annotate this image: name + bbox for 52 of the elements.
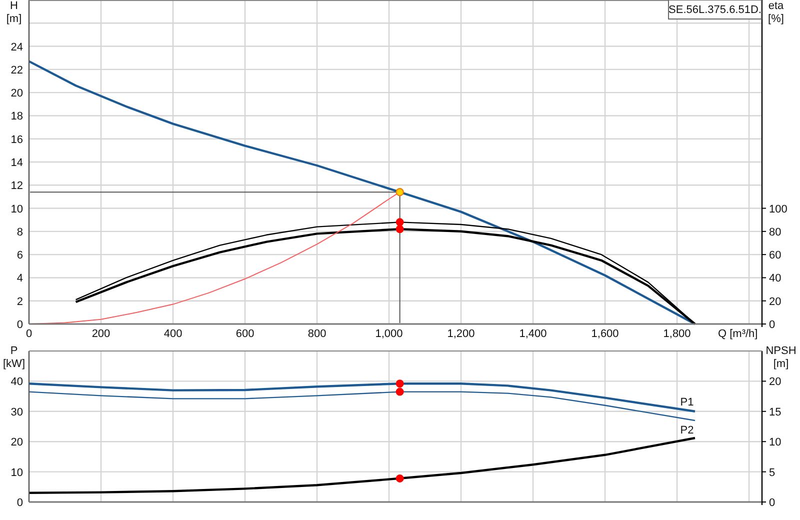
tick-label: 20 — [769, 376, 782, 388]
tick-label: 0 — [16, 319, 23, 331]
tick-label: 10 — [10, 466, 23, 479]
axis-title: H [m] — [6, 0, 22, 25]
tick-label: 10 — [769, 436, 782, 449]
operating-point-marker — [396, 225, 404, 234]
tick-label: 20 — [10, 436, 23, 449]
tick-label: 8 — [16, 226, 23, 238]
tick-label: 6 — [16, 250, 23, 262]
tick-label: 20 — [769, 296, 782, 308]
tick-label: 0 — [26, 328, 32, 340]
tick-label: 80 — [769, 226, 782, 238]
tick-label: 1,400 — [519, 328, 547, 340]
tick-label: 14 — [10, 157, 23, 169]
tick-label: 1,000 — [375, 328, 403, 340]
axis-title: NPSH [m] — [766, 345, 796, 370]
tick-label: 24 — [10, 41, 23, 54]
tick-label: 12 — [10, 180, 23, 192]
tick-label: 600 — [236, 328, 254, 340]
tick-label: 1,800 — [663, 328, 691, 340]
tick-label: 200 — [92, 328, 110, 340]
axis-title: Q [m³/h] — [718, 328, 758, 340]
tick-label: 60 — [769, 250, 782, 262]
series-label: P2 — [680, 424, 694, 436]
tick-label: 0 — [16, 497, 23, 509]
tick-label: 15 — [769, 406, 782, 418]
tick-label: 20 — [10, 88, 23, 100]
tick-label: 2 — [16, 296, 23, 308]
tick-label: 100 — [769, 203, 788, 216]
axis-title: P [kW] — [3, 345, 25, 370]
tick-label: 30 — [10, 406, 23, 418]
tick-label: 40 — [769, 272, 782, 285]
tick-label: 1,200 — [447, 328, 475, 340]
tick-label: 800 — [308, 328, 326, 340]
tick-label: 400 — [164, 328, 182, 340]
tick-label: 40 — [10, 376, 23, 388]
series-label: P1 — [680, 396, 694, 408]
tick-label: 4 — [16, 272, 23, 285]
tick-label: 5 — [769, 466, 776, 479]
tick-label: 18 — [10, 110, 23, 123]
tick-label: 10 — [10, 203, 23, 216]
operating-point-marker — [396, 474, 404, 482]
tick-label: 22 — [10, 64, 23, 76]
tick-label: 0 — [769, 319, 776, 331]
model-label: SE.56L.375.6.51D. — [668, 0, 762, 20]
operating-point-marker — [396, 388, 404, 396]
tick-label: 0 — [769, 497, 776, 509]
operating-point-marker — [396, 218, 404, 226]
axis-title: eta [%] — [768, 0, 784, 25]
operating-point-marker — [396, 380, 404, 388]
tick-label: 16 — [10, 134, 23, 146]
tick-label: 1,600 — [591, 328, 619, 340]
